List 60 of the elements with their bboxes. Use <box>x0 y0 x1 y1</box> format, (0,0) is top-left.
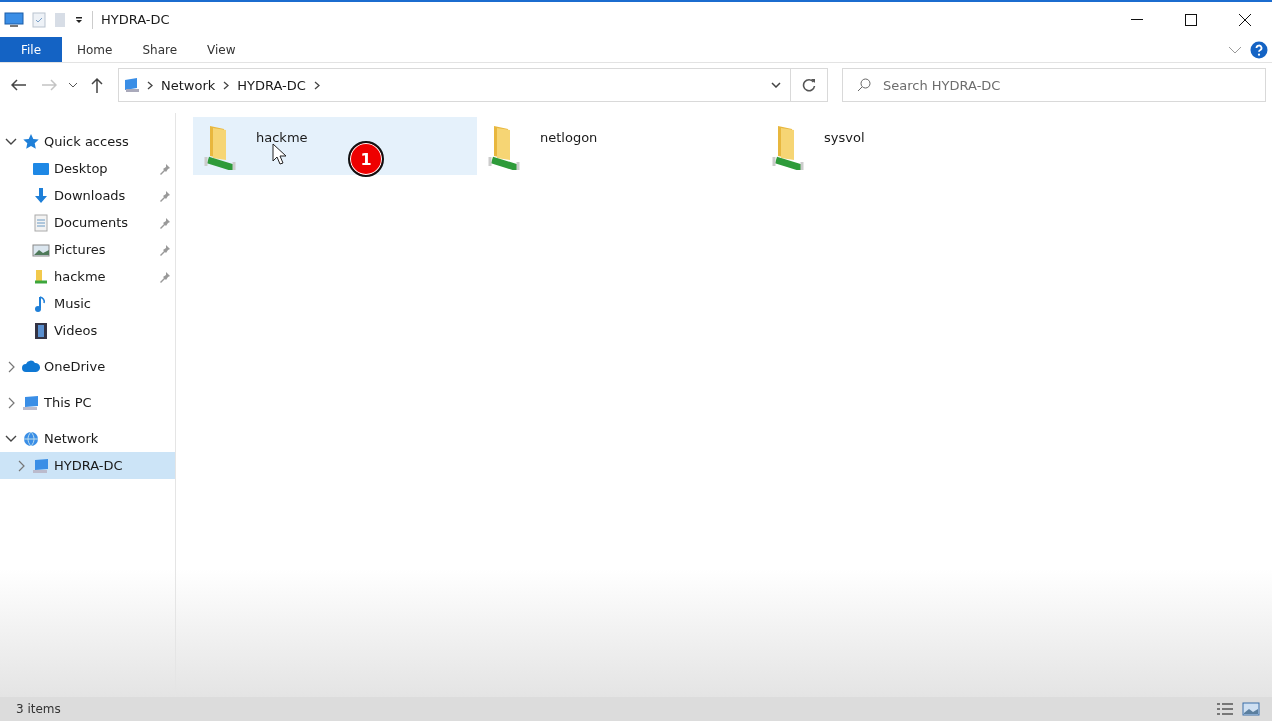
window-title: HYDRA-DC <box>101 12 170 27</box>
chevron-down-icon <box>770 82 781 88</box>
tree-item[interactable]: Documents <box>0 209 175 236</box>
pin-icon <box>159 216 171 229</box>
chevron-icon[interactable] <box>147 80 153 90</box>
details-view-button[interactable] <box>1216 702 1234 716</box>
search-field[interactable]: Search HYDRA-DC <box>842 68 1266 102</box>
expand-ribbon-icon[interactable] <box>1228 45 1242 54</box>
computer-icon[interactable] <box>4 11 24 28</box>
item-count: 3 items <box>16 702 61 716</box>
back-arrow-icon <box>11 79 27 91</box>
properties-icon[interactable] <box>32 11 46 28</box>
forward-arrow-icon <box>41 79 57 91</box>
tree-item[interactable]: OneDrive <box>0 353 175 380</box>
breadcrumb-link[interactable]: Network <box>159 77 218 93</box>
ribbon-tab[interactable]: View <box>192 37 251 62</box>
search-input[interactable]: Search HYDRA-DC <box>881 76 1265 94</box>
tree-item[interactable]: Network <box>0 425 175 452</box>
address-bar[interactable]: Network HYDRA-DC <box>118 68 828 102</box>
ribbon-tab[interactable]: Share <box>127 37 193 62</box>
pin-icon <box>159 189 171 202</box>
shared-folder-icon <box>204 126 236 170</box>
help-icon[interactable] <box>1250 40 1268 59</box>
document-icon <box>32 213 50 232</box>
breadcrumb-link[interactable]: HYDRA-DC <box>235 77 308 93</box>
chevron-icon[interactable] <box>313 80 320 90</box>
shared-folder-item[interactable]: netlogon <box>477 117 761 175</box>
maximize-icon <box>1185 13 1197 26</box>
pin-icon <box>159 270 171 283</box>
tree-item[interactable]: hackme <box>0 263 175 290</box>
pin-icon <box>159 162 171 175</box>
refresh-icon <box>802 78 816 92</box>
download-icon <box>32 186 50 205</box>
up-arrow-icon <box>91 77 103 93</box>
shared-folder-icon <box>488 126 520 170</box>
pc-icon <box>22 393 40 412</box>
mouse-cursor-icon <box>272 143 288 165</box>
tree-item[interactable]: HYDRA-DC <box>0 452 175 479</box>
close-icon <box>1239 13 1251 26</box>
tree-item[interactable]: Music <box>0 290 175 317</box>
file-menu-button[interactable]: File <box>0 37 62 62</box>
tree-item[interactable]: Pictures <box>0 236 175 263</box>
dropdown-icon[interactable] <box>74 14 84 25</box>
shared-folder-icon <box>772 126 804 170</box>
pin-icon <box>159 243 171 256</box>
tree-item[interactable]: This PC <box>0 389 175 416</box>
chevron-down-icon <box>69 82 77 88</box>
video-icon <box>32 321 50 340</box>
pc-icon <box>32 456 50 475</box>
tree-item[interactable]: Desktop <box>0 155 175 182</box>
minimize-icon <box>1131 19 1143 20</box>
tree-item[interactable]: Quick access <box>0 128 175 155</box>
ribbon-tab[interactable]: Home <box>62 37 128 62</box>
chevron-icon[interactable] <box>223 80 230 90</box>
tree-item[interactable]: Videos <box>0 317 175 344</box>
search-icon <box>857 78 871 92</box>
tree-item[interactable]: Downloads <box>0 182 175 209</box>
shared-folder-item[interactable]: sysvol <box>761 117 1045 175</box>
large-icons-view-button[interactable] <box>1242 702 1260 716</box>
star-icon <box>22 132 40 151</box>
